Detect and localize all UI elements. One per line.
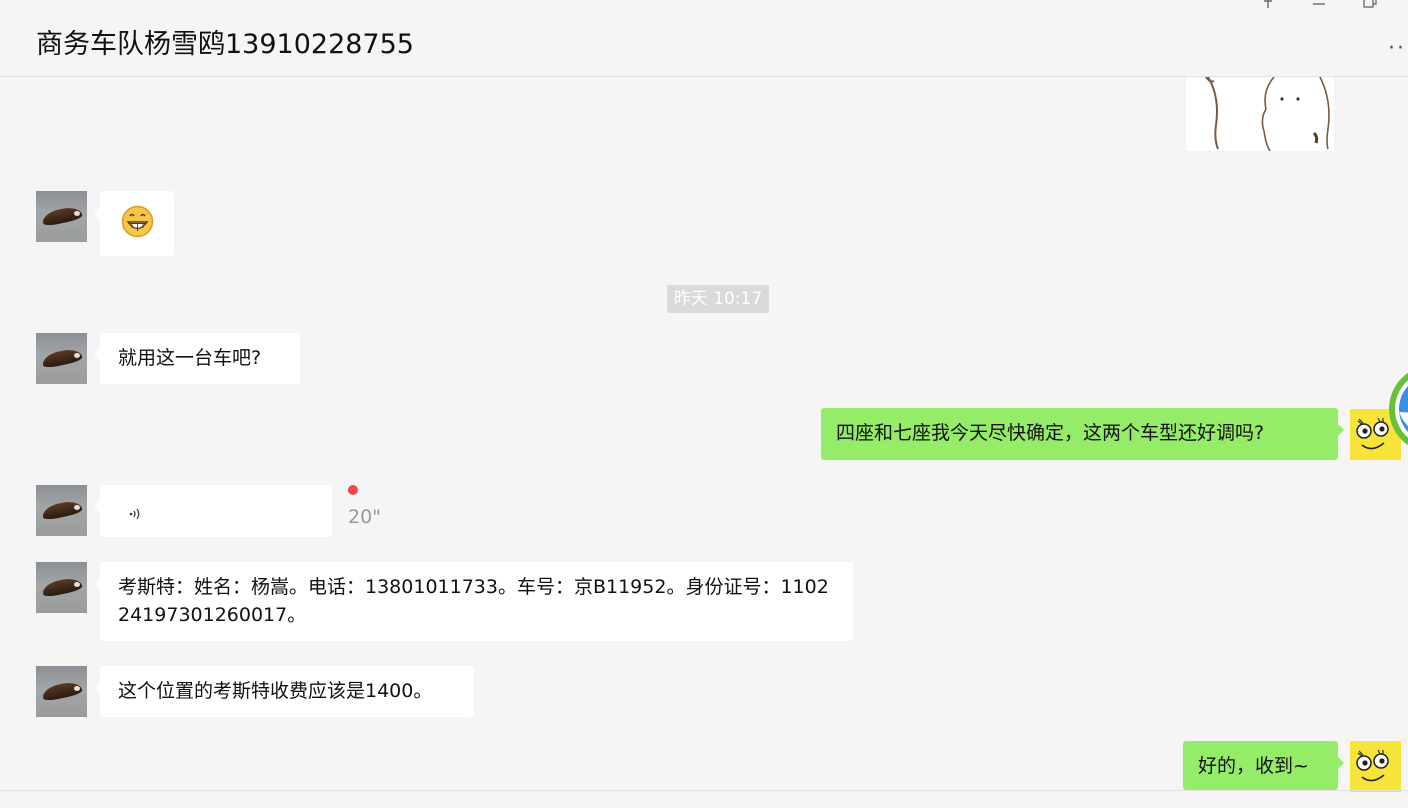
contact-avatar[interactable] (36, 333, 87, 384)
chat-header: 商务车队杨雪鸥13910228755 ·· (0, 0, 1408, 77)
message-text: 四座和七座我今天尽快确定，这两个车型还好调吗? (836, 422, 1265, 444)
contact-avatar[interactable] (36, 485, 87, 536)
message-bubble[interactable]: 就用这一台车吧? (94, 333, 300, 384)
contact-avatar[interactable] (36, 562, 87, 613)
message-timestamp: 昨天 10:17 (667, 285, 769, 313)
message-text: 考斯特：姓名：杨嵩。电话：13801011733。车号：京B11952。身份证号… (118, 576, 829, 626)
side-app-icon[interactable] (1388, 364, 1408, 454)
my-message-bubble[interactable]: 好的，收到~ (1183, 741, 1344, 790)
pin-icon[interactable] (1259, 0, 1277, 14)
voice-message-bubble[interactable] (94, 485, 332, 537)
voice-icon (128, 502, 142, 530)
message-bubble[interactable]: 考斯特：姓名：杨嵩。电话：13801011733。车号：京B11952。身份证号… (94, 562, 853, 641)
grinning-emoji-icon (121, 205, 154, 246)
restore-icon[interactable] (1362, 0, 1378, 14)
message-text: 这个位置的考斯特收费应该是1400。 (118, 680, 433, 702)
sticker-image[interactable] (1186, 76, 1334, 152)
input-divider (0, 790, 1408, 791)
contact-avatar[interactable] (36, 191, 87, 242)
minimize-icon[interactable] (1312, 0, 1326, 14)
message-bubble[interactable] (94, 191, 174, 256)
message-text: 就用这一台车吧? (118, 347, 262, 369)
more-options-button[interactable]: ·· (1388, 36, 1406, 61)
unread-indicator (348, 485, 358, 495)
voice-duration: 20" (348, 506, 381, 528)
my-avatar[interactable] (1350, 741, 1401, 792)
chat-title: 商务车队杨雪鸥13910228755 (36, 29, 414, 60)
message-text: 好的，收到~ (1198, 755, 1309, 777)
my-message-bubble[interactable]: 四座和七座我今天尽快确定，这两个车型还好调吗? (821, 408, 1344, 460)
contact-avatar[interactable] (36, 666, 87, 717)
message-bubble[interactable]: 这个位置的考斯特收费应该是1400。 (94, 666, 474, 717)
